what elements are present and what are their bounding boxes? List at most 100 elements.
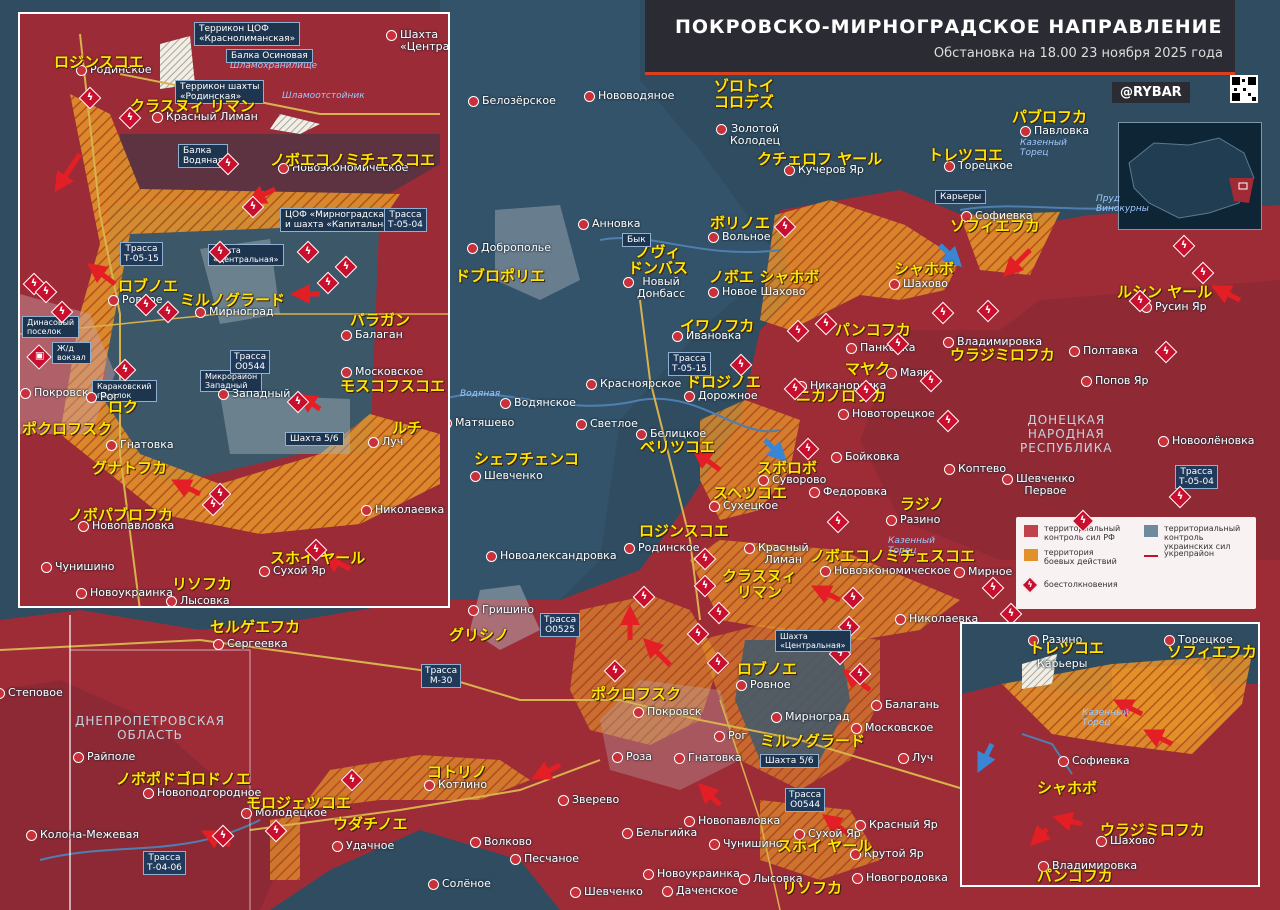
place-jp-9: ドブロポリエ <box>455 267 546 285</box>
place-ru-1: Нововодяное <box>598 89 675 102</box>
place-ru-33: Коптево <box>958 462 1007 475</box>
settlement-marker-68 <box>709 839 720 850</box>
inset-place-jp-38: ノボエコノミチェスコエ <box>270 151 436 169</box>
inset-place-jp-41: バラガン <box>350 311 411 329</box>
inset-place-jp-44: ロク <box>108 398 139 416</box>
map-canvas: ПОКРОВСКО-МИРНОГРАДСКОЕ НАПРАВЛЕНИЕ Обст… <box>0 0 1280 910</box>
place-ru-73: Новогродовка <box>866 871 948 884</box>
settlement-marker-54 <box>612 752 623 763</box>
settlement-marker-2 <box>716 124 727 135</box>
place-jp-32: モロジェツコエ <box>246 794 352 812</box>
settlement-marker-64 <box>622 828 633 839</box>
settlement-marker-62 <box>332 841 343 852</box>
inset2-place-jp-51: ソフィエフカ <box>1167 643 1257 661</box>
callout-terrikon-cof: Террикон ЦОФ «Краснолиманская» <box>194 22 301 46</box>
place-ru-7: Анновка <box>592 217 641 230</box>
settlement-marker-7 <box>578 219 589 230</box>
place-ru-50: Мирноград <box>785 710 850 723</box>
inset-place-ru-81: Балаган <box>355 328 403 341</box>
place-ru-36: Разино <box>900 513 941 526</box>
place-jp-7: ノボエ シャホボ <box>709 268 820 286</box>
settlement-marker-88 <box>361 505 372 516</box>
place-ru-52: Райполе <box>87 750 136 763</box>
place-ru-34: Шевченко Первое <box>1016 472 1075 497</box>
inset2-place-jp-52: シャホボ <box>1037 779 1098 797</box>
place-ru-38: Родинское <box>638 541 700 554</box>
settlement-marker-29 <box>831 452 842 463</box>
road-m30: Трасса М-30 <box>421 664 462 688</box>
legend-swatch-combat <box>1024 549 1038 561</box>
place-jp-25: セルゲエフカ <box>210 618 301 636</box>
settlement-marker-19 <box>684 391 695 402</box>
place-ru-60: Зверево <box>572 793 620 806</box>
place-jp-26: グリシノ <box>449 626 510 644</box>
settlement-marker-52 <box>73 752 84 763</box>
road-t0504-inset: Трасса Т-05-04 <box>384 208 427 232</box>
place-jp-29: ミルノグラード <box>760 732 866 750</box>
settlement-marker-15 <box>846 343 857 354</box>
road-t0406: Трасса Т-04-06 <box>143 851 186 875</box>
settlement-marker-30 <box>470 471 481 482</box>
place-ru-55: Гнатовка <box>688 751 742 764</box>
place-ru-17: Полтавка <box>1083 344 1139 357</box>
inset2-place-jp-54: パンコフカ <box>1037 867 1113 885</box>
settlement-marker-63 <box>470 837 481 848</box>
map-title: ПОКРОВСКО-МИРНОГРАДСКОЕ НАПРАВЛЕНИЕ <box>675 16 1223 38</box>
place-jp-2: クチェロフ ヤール <box>757 150 883 168</box>
callout-shahta56-inset: Шахта 5/6 <box>285 432 344 446</box>
settlement-marker-55 <box>674 753 685 764</box>
legend-swatch-stronghold <box>1144 555 1158 557</box>
place-ru-23: Водянское <box>514 396 576 409</box>
place-ru-76: Шевченко <box>584 885 643 898</box>
settlement-marker-61 <box>26 830 37 841</box>
settlement-marker-38 <box>624 543 635 554</box>
place-ru-51: Московское <box>865 721 934 734</box>
place-ru-29: Бойковка <box>845 450 900 463</box>
settlement-marker-94 <box>166 596 177 606</box>
settlement-marker-53 <box>143 788 154 799</box>
settlement-marker-34 <box>1002 474 1013 485</box>
settlement-marker-18 <box>586 379 597 390</box>
settlement-marker-32 <box>809 487 820 498</box>
place-jp-14: マヤク <box>845 360 891 378</box>
place-ru-40: Новоэкономическое <box>834 564 951 577</box>
inset-mirnograd-pokrovsk: Террикон ЦОФ «Краснолиманская» Балка Оси… <box>18 12 450 608</box>
place-jp-6: ノヴィ ドンバス <box>628 243 689 277</box>
settlement-marker-10 <box>623 277 634 288</box>
inset-place-jp-39: ロブノエ <box>118 277 179 295</box>
inset-place-jp-43: ルチ <box>392 419 423 437</box>
place-ru-65: Новопавловка <box>698 814 781 827</box>
settlement-marker-67 <box>855 820 866 831</box>
callout-shlamohranilishe: Шламохранилище <box>230 61 318 71</box>
road-t0504: Трасса Т-05-04 <box>1175 465 1218 489</box>
place-ru-3: Павловка <box>1034 124 1090 137</box>
place-ru-18: Красноярское <box>600 377 682 390</box>
settlement-marker-86 <box>86 392 97 403</box>
legend-clash: боестолкновения <box>1044 580 1118 589</box>
callout-shlamootstoynik: Шламоотстойник <box>282 91 365 101</box>
inset-place-ru-84: Покровск <box>34 386 89 399</box>
inset-place-jp-37: クラスヌィ リマン <box>130 97 255 115</box>
inset-place-jp-40: ミルノグラード <box>180 291 286 309</box>
place-jp-15: ドロジノエ <box>686 373 761 391</box>
place-jp-30: ノボポドゴロドノエ <box>116 770 251 788</box>
inset-place-ru-94: Лысовка <box>180 594 230 607</box>
road-o0544: Трасса О0544 <box>785 788 826 812</box>
settlement-marker-37 <box>486 551 497 562</box>
settlement-marker-42 <box>468 605 479 616</box>
place-ru-57: Луч <box>912 751 934 764</box>
place-ru-12: Шахово <box>903 277 948 290</box>
road-o0544-inset: Трасса О0544 <box>230 350 271 374</box>
settlement-marker-60 <box>558 795 569 806</box>
place-ru-41: Мирное <box>968 565 1013 578</box>
legend-swatch-ru <box>1024 525 1038 537</box>
place-ru-22: Попов Яр <box>1095 374 1149 387</box>
settlement-marker-58 <box>424 780 435 791</box>
place-jp-0: ゾロトイ コロデズ <box>714 77 775 111</box>
place-jp-8: シャホボ <box>894 260 955 278</box>
inset2-place-ru-97: Софиевка <box>1072 754 1130 767</box>
place-ru-69: Крутой Яр <box>864 847 924 860</box>
inset-place-ru-83: Луч <box>382 435 404 448</box>
legend-stronghold: укрепрайон <box>1164 549 1215 558</box>
inset-place-jp-47: ノボパブロフカ <box>68 506 174 524</box>
